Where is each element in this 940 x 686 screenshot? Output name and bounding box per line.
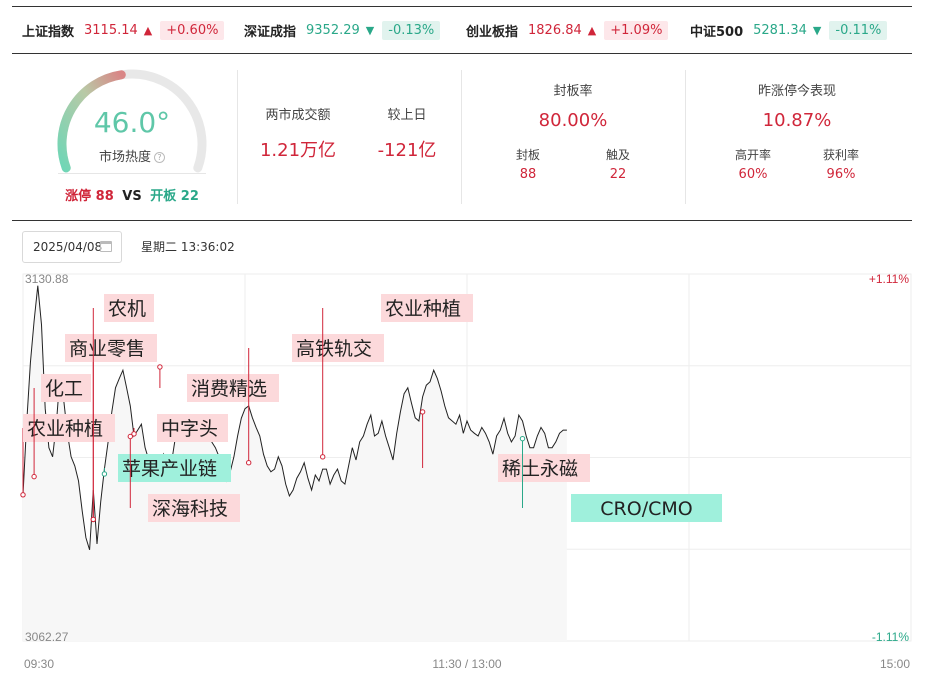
heat-label-row: 市场热度? — [40, 146, 224, 165]
sector-tag-dot — [101, 471, 108, 477]
pct-max-label: +1.11% — [869, 272, 909, 286]
arrow-up-icon: ▲ — [587, 23, 597, 37]
sector-tag-dot — [320, 454, 326, 460]
arrow-down-icon: ▼ — [365, 23, 375, 37]
limit-up-count: 88 — [95, 189, 114, 204]
turnover-value: 1.21万亿 — [259, 140, 337, 161]
divider — [461, 70, 462, 204]
index-ticker-shanghai[interactable]: 上证指数 3115.14 ▲ +0.60% — [22, 7, 225, 53]
index-ticker-bar: 上证指数 3115.14 ▲ +0.60% 深证成指 9352.29 ▼ -0.… — [12, 6, 912, 54]
sector-tag-dot — [157, 364, 163, 370]
index-name: 上证指数 — [22, 24, 75, 40]
seal-rate-label: 封板率 — [553, 84, 593, 99]
touched-value: 22 — [609, 167, 627, 182]
question-icon[interactable]: ? — [154, 152, 165, 163]
sector-tag-dot — [519, 435, 526, 442]
intraday-chart: 3130.88 3062.27 +1.11% -1.11% 09:30 11:30 / 1… — [0, 268, 940, 678]
seal-rate-value: 80.00% — [538, 110, 608, 131]
sector-tag-label: 农业种植 — [385, 298, 461, 320]
index-ticker-csi500[interactable]: 中证500 5281.34 ▼ -0.11% — [690, 7, 888, 53]
market-heat-gauge: 46.0° 市场热度? 涨停 88 VS 开板 22 — [40, 64, 224, 214]
index-ticker-chinext[interactable]: 创业板指 1826.84 ▲ +1.09% — [466, 7, 669, 53]
sector-tag-label: 农业种植 — [27, 418, 103, 440]
sealed-value: 88 — [519, 167, 537, 182]
index-price: 1826.84 — [528, 22, 582, 38]
intraday-chart-svg: 3130.88 3062.27 +1.11% -1.11% 09:30 11:30 / 1… — [20, 272, 912, 671]
limit-up-vs-opened: 涨停 88 VS 开板 22 — [40, 185, 224, 204]
vs-prev-day-label: 较上日 — [387, 108, 427, 123]
index-change-badge: -0.11% — [829, 20, 888, 40]
divider — [58, 173, 206, 174]
index-change-badge: +0.60% — [160, 20, 225, 40]
vs-prev-day-value: -121亿 — [377, 140, 437, 161]
sealed-label: 封板 — [515, 148, 540, 162]
y-min-label: 3062.27 — [25, 630, 69, 644]
sector-tag-label: 化工 — [45, 378, 83, 400]
index-price: 5281.34 — [753, 22, 807, 38]
opened-count: 22 — [180, 189, 199, 204]
index-name: 深证成指 — [244, 24, 297, 40]
turnover-label: 两市成交额 — [265, 108, 331, 123]
timestamp: 星期二 13:36:02 — [141, 240, 235, 254]
arrow-down-icon: ▼ — [812, 23, 822, 37]
y-max-label: 3130.88 — [25, 272, 69, 286]
vs-label: VS — [122, 189, 142, 204]
sector-tag-label: CRO/CMO — [600, 498, 692, 520]
divider — [685, 70, 686, 204]
sector-tag-label: 苹果产业链 — [122, 458, 217, 480]
touched-label: 触及 — [605, 148, 630, 162]
high-open-label: 高开率 — [734, 148, 771, 162]
yesterday-performance-label: 昨涨停今表现 — [757, 84, 836, 99]
calendar-icon[interactable] — [100, 241, 112, 252]
index-price: 9352.29 — [306, 22, 360, 38]
sector-tag-label: 商业零售 — [69, 338, 145, 360]
sector-tag-label: 深海科技 — [152, 498, 228, 520]
sector-tag-label: 高铁轨交 — [296, 338, 372, 360]
pct-min-label: -1.11% — [872, 630, 909, 644]
sector-tag-label: 中字头 — [161, 418, 218, 440]
heat-label: 市场热度 — [98, 150, 151, 165]
opened-label: 开板 — [150, 189, 177, 204]
index-change-badge: -0.13% — [382, 20, 441, 40]
arrow-up-icon: ▲ — [143, 23, 153, 37]
limit-up-label: 涨停 — [65, 189, 92, 204]
sector-tag-label: 稀土永磁 — [502, 458, 578, 480]
sector-tag-dot — [90, 516, 97, 523]
sector-tag-dot — [131, 431, 137, 437]
high-open-value: 60% — [738, 167, 768, 182]
profit-rate-label: 获利率 — [822, 148, 859, 162]
sector-tag-label: 农机 — [108, 298, 146, 320]
index-name: 创业板指 — [466, 24, 519, 40]
date-picker[interactable]: 2025/04/08 — [22, 231, 122, 263]
market-stats-panel: 46.0° 市场热度? 涨停 88 VS 开板 22 两市成交额 1.21万亿 … — [12, 54, 912, 221]
yesterday-performance-value: 10.87% — [762, 110, 832, 131]
heat-value: 46.0° — [93, 106, 171, 139]
sector-tag-dot — [20, 492, 26, 498]
sector-tag-dot — [246, 460, 252, 466]
index-price: 3115.14 — [84, 22, 138, 38]
divider — [237, 70, 238, 204]
date-picker-value: 2025/04/08 — [33, 240, 103, 254]
profit-rate-value: 96% — [826, 167, 856, 182]
x-label-open: 09:30 — [24, 657, 54, 671]
sector-tag-dot — [31, 473, 37, 480]
x-label-close: 15:00 — [880, 657, 910, 671]
sector-tag-label: 消费精选 — [191, 378, 267, 400]
x-label-midday: 11:30 / 13:00 — [432, 657, 501, 671]
index-name: 中证500 — [690, 24, 744, 40]
index-change-badge: +1.09% — [604, 20, 669, 40]
sector-tag-dot — [419, 409, 426, 415]
index-ticker-shenzhen[interactable]: 深证成指 9352.29 ▼ -0.13% — [244, 7, 441, 53]
